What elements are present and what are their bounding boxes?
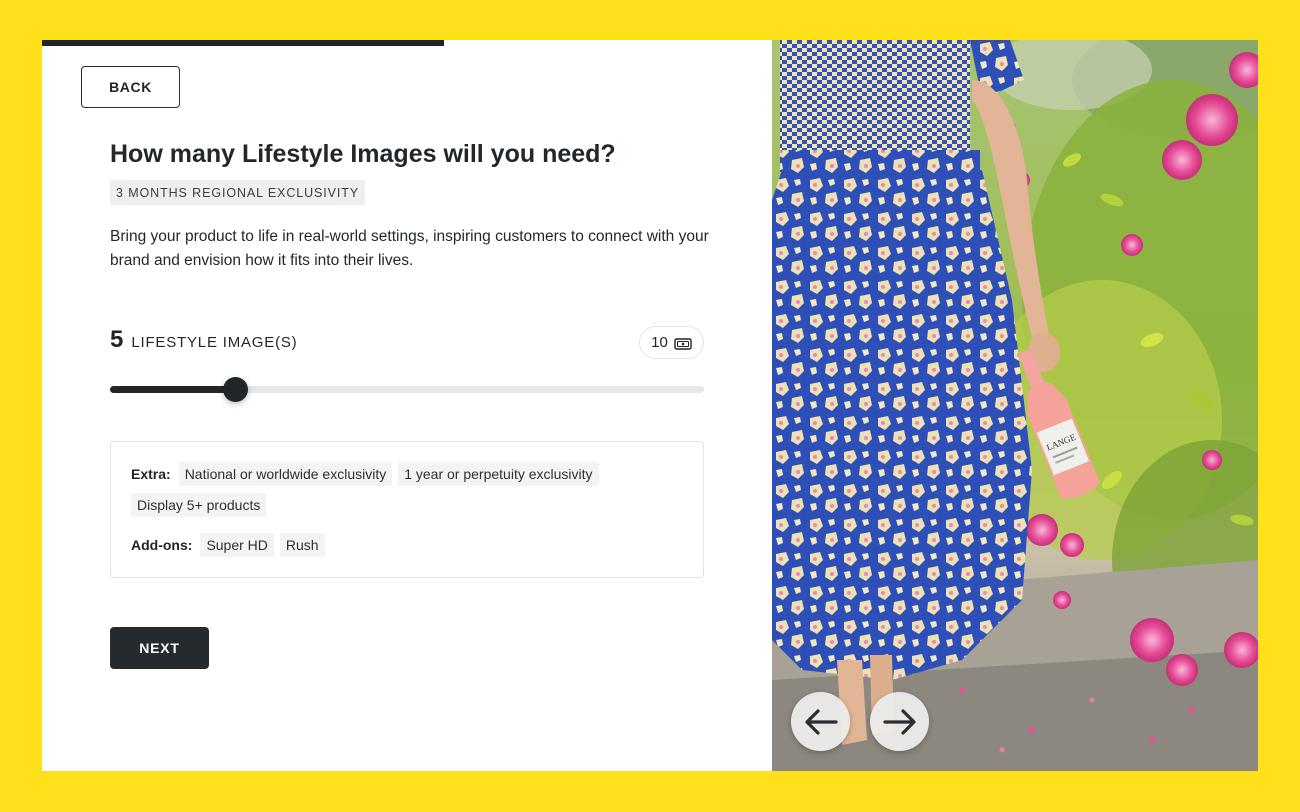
extras-panel: Extra: National or worldwide exclusivity… bbox=[110, 441, 704, 578]
credits-value: 10 bbox=[651, 334, 668, 351]
ticket-icon bbox=[674, 337, 692, 350]
credits-pill: 10 bbox=[639, 326, 704, 359]
quantity-label: LIFESTYLE IMAGE(S) bbox=[131, 334, 298, 351]
slider-thumb[interactable] bbox=[223, 377, 249, 402]
page-title: How many Lifestyle Images will you need? bbox=[110, 140, 616, 168]
extras-row: Extra: National or worldwide exclusivity… bbox=[131, 462, 691, 517]
extra-chip: National or worldwide exclusivity bbox=[178, 462, 393, 486]
next-image-button[interactable] bbox=[870, 692, 929, 751]
extra-label: Extra: bbox=[131, 466, 171, 482]
addons-label: Add-ons: bbox=[131, 537, 193, 553]
lifestyle-photo: LANGE bbox=[772, 40, 1258, 771]
addons-row: Add-ons: Super HD Rush bbox=[131, 533, 691, 557]
arrow-right-icon bbox=[882, 708, 917, 735]
back-button[interactable]: BACK bbox=[81, 66, 180, 108]
progress-bar-fill bbox=[42, 40, 444, 46]
extra-chip: 1 year or perpetuity exclusivity bbox=[398, 462, 599, 486]
addon-chip: Super HD bbox=[200, 533, 274, 557]
next-button[interactable]: NEXT bbox=[110, 627, 209, 669]
slider-fill bbox=[110, 386, 236, 393]
progress-bar bbox=[42, 40, 772, 46]
arrow-left-icon bbox=[804, 708, 838, 735]
quantity-slider[interactable] bbox=[110, 377, 704, 402]
previous-image-button[interactable] bbox=[791, 692, 850, 751]
exclusivity-badge: 3 MONTHS REGIONAL EXCLUSIVITY bbox=[110, 180, 366, 205]
quantity-summary: 5 LIFESTYLE IMAGE(S) bbox=[110, 326, 297, 358]
configurator-card: BACK How many Lifestyle Images will you … bbox=[42, 40, 1258, 771]
description-text: Bring your product to life in real-world… bbox=[110, 228, 709, 269]
quantity-value: 5 bbox=[110, 326, 124, 353]
extra-chip: Display 5+ products bbox=[131, 493, 267, 517]
addon-chip: Rush bbox=[279, 533, 325, 557]
